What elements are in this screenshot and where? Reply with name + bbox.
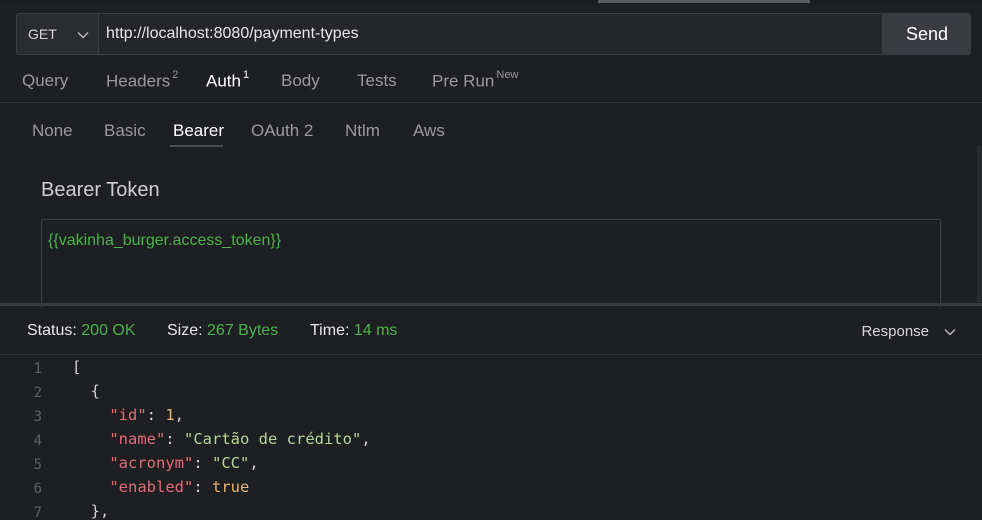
time-value: 14 ms [353, 322, 398, 339]
tab-headers[interactable]: Headers 2 [106, 69, 179, 92]
divider [0, 354, 982, 355]
active-request-tab-indicator [598, 0, 810, 3]
line-number: 2 [33, 385, 42, 401]
tab-body[interactable]: Body [281, 71, 320, 91]
code-line: 2 { [0, 381, 982, 405]
tab-label: Tests [357, 71, 397, 90]
chevron-down-icon [77, 32, 89, 39]
time-label: Time: [310, 322, 350, 339]
json-key: "id" [109, 406, 147, 424]
auth-type-basic[interactable]: Basic [104, 121, 146, 141]
json-punct: , [174, 406, 185, 424]
method-select[interactable]: GET [16, 13, 98, 55]
json-value: 1 [165, 406, 175, 424]
tab-badge: New [496, 69, 519, 81]
code-text: "enabled": true [109, 478, 250, 496]
url-value: http://localhost:8080/payment-types [106, 25, 359, 42]
tab-badge: 1 [242, 69, 250, 81]
tab-label: Headers [106, 71, 171, 91]
tab-label: Body [281, 71, 320, 90]
response-status-bar: Status: 200 OK Size: 267 Bytes Time: 14 … [0, 306, 982, 354]
json-value: "Cartão de crédito" [184, 430, 362, 448]
response-view-select[interactable]: Response [861, 323, 957, 340]
status-value: 200 OK [81, 322, 136, 339]
bearer-token-label: Bearer Token [41, 179, 160, 201]
divider [0, 102, 982, 103]
tab-auth[interactable]: Auth 1 [206, 69, 250, 92]
time-info: Time: 14 ms [310, 322, 397, 340]
json-value: true [212, 478, 250, 496]
tab-label: Query [22, 71, 69, 90]
request-url-bar: GET http://localhost:8080/payment-types … [16, 13, 971, 55]
json-punct: , [361, 430, 371, 448]
send-button[interactable]: Send [883, 13, 971, 55]
size-value: 267 Bytes [207, 322, 279, 339]
size-label: Size: [167, 322, 203, 339]
code-text: "name": "Cartão de crédito", [109, 430, 371, 448]
active-auth-underline [170, 145, 223, 147]
code-line: 7 }, [0, 501, 982, 520]
tab-badge: 2 [172, 69, 179, 81]
response-view-label: Response [861, 323, 929, 340]
code-line: 1 [ [0, 357, 982, 381]
line-number: 4 [33, 433, 42, 449]
code-line: 4 "name": "Cartão de crédito", [0, 429, 982, 453]
tab-label: Pre Run [432, 71, 495, 91]
json-key: "acronym" [109, 454, 194, 472]
code-line: 6 "enabled": true [0, 477, 982, 501]
request-tabs: Query Headers 2 Auth 1 Body Tests Pre Run N… [0, 62, 982, 102]
bearer-token-input[interactable]: {{vakinha_burger.access_token}} [41, 219, 941, 309]
code-text: { [72, 382, 100, 400]
line-number: 7 [33, 505, 42, 520]
line-number: 1 [33, 361, 42, 377]
tab-label: Auth [206, 71, 241, 91]
code-line: 5 "acronym": "CC", [0, 453, 982, 477]
auth-type-none[interactable]: None [32, 121, 73, 141]
tab-pre-run[interactable]: Pre Run New [432, 69, 519, 92]
size-info: Size: 267 Bytes [167, 322, 278, 340]
auth-type-aws[interactable]: Aws [413, 121, 445, 141]
auth-type-ntlm[interactable]: Ntlm [345, 121, 380, 141]
code-line: 3 "id": 1, [0, 405, 982, 429]
window-top-strip [0, 0, 982, 3]
tab-tests[interactable]: Tests [357, 71, 397, 91]
json-punct: , [249, 454, 259, 472]
code-text: "acronym": "CC", [109, 454, 259, 472]
json-key: "name" [109, 430, 166, 448]
auth-type-bearer[interactable]: Bearer [173, 121, 224, 141]
status-label: Status: [27, 322, 77, 339]
url-input[interactable]: http://localhost:8080/payment-types [98, 13, 883, 55]
code-text: [ [72, 358, 82, 376]
status-info: Status: 200 OK [27, 322, 136, 340]
json-key: "enabled" [109, 478, 194, 496]
response-body-viewer[interactable]: 1 [ 2 { 3 "id": 1, 4 "name": "Cartão de … [0, 357, 982, 520]
json-value: "CC" [212, 454, 250, 472]
tab-query[interactable]: Query [22, 71, 68, 91]
line-number: 5 [33, 457, 42, 473]
code-text: "id": 1, [109, 406, 185, 424]
chevron-down-icon [944, 328, 956, 335]
auth-type-oauth2[interactable]: OAuth 2 [251, 121, 313, 141]
code-text: }, [72, 502, 110, 520]
scrollbar[interactable] [977, 146, 982, 302]
bearer-token-value: {{vakinha_burger.access_token}} [48, 232, 282, 249]
auth-type-tabs: None Basic Bearer OAuth 2 Ntlm Aws [0, 112, 982, 152]
method-value: GET [28, 26, 57, 42]
line-number: 3 [33, 409, 42, 425]
line-number: 6 [33, 481, 42, 497]
